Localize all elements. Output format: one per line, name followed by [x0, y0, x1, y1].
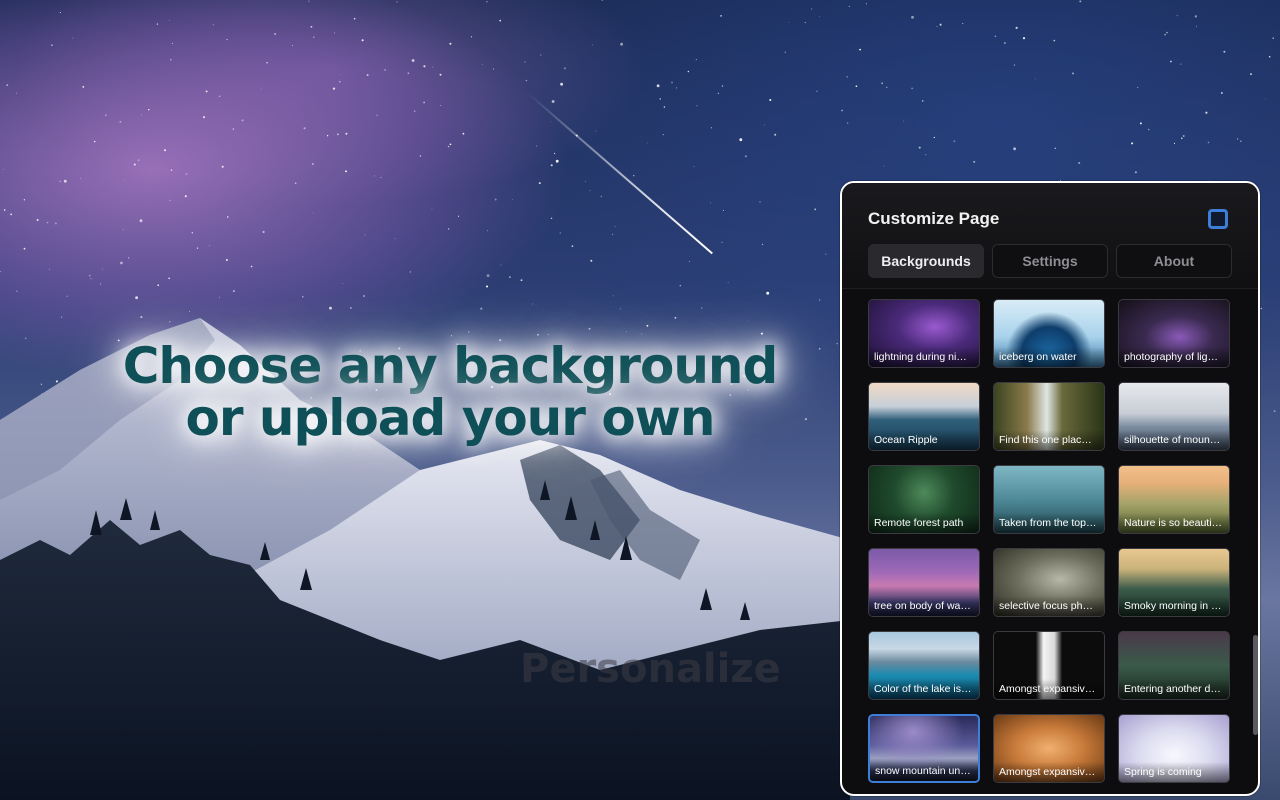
- background-thumbnail[interactable]: Amongst expansiv…: [993, 714, 1105, 783]
- thumbnail-label: snow mountain un…: [870, 761, 978, 781]
- thumbnail-label: Spring is coming: [1119, 762, 1229, 782]
- background-thumbnail[interactable]: tree on body of wa…: [868, 548, 980, 617]
- tab-settings[interactable]: Settings: [992, 244, 1108, 278]
- background-thumbnail[interactable]: Remote forest path: [868, 465, 980, 534]
- thumbnail-label: Taken from the top…: [994, 513, 1104, 533]
- background-thumbnail[interactable]: Ocean Ripple: [868, 382, 980, 451]
- customize-panel: Customize Page Backgrounds Settings Abou…: [840, 181, 1260, 796]
- panel-title: Customize Page: [868, 209, 1000, 228]
- hero-headline: Choose any background or upload your own: [110, 340, 790, 444]
- background-thumbnail[interactable]: Color of the lake is…: [868, 631, 980, 700]
- thumbnail-label: Smoky morning in …: [1119, 596, 1229, 616]
- thumbnail-label: selective focus ph…: [994, 596, 1104, 616]
- background-thumbnail[interactable]: silhouette of moun…: [1118, 382, 1230, 451]
- background-thumbnail[interactable]: Taken from the top…: [993, 465, 1105, 534]
- thumbnail-label: iceberg on water: [994, 347, 1104, 367]
- hero-line-1: Choose any background: [122, 337, 779, 395]
- background-thumbnail[interactable]: photography of lig…: [1118, 299, 1230, 368]
- thumbnail-label: Remote forest path: [869, 513, 979, 533]
- thumbnail-label: Amongst expansiv…: [994, 679, 1104, 699]
- tab-backgrounds[interactable]: Backgrounds: [868, 244, 984, 278]
- background-thumbnail[interactable]: Amongst expansiv…: [993, 631, 1105, 700]
- thumbnail-label: Ocean Ripple: [869, 430, 979, 450]
- background-thumbnail[interactable]: Nature is so beauti…: [1118, 465, 1230, 534]
- hero-line-2: or upload your own: [185, 389, 716, 447]
- panel-tabs: Backgrounds Settings About: [868, 244, 1232, 278]
- background-thumbnail[interactable]: Smoky morning in …: [1118, 548, 1230, 617]
- thumbnail-label: Find this one plac…: [994, 430, 1104, 450]
- panel-scrollbar[interactable]: [1253, 635, 1258, 735]
- background-thumbnail[interactable]: Spring is coming: [1118, 714, 1230, 783]
- background-thumbnail[interactable]: Find this one plac…: [993, 382, 1105, 451]
- thumbnail-label: lightning during ni…: [869, 347, 979, 367]
- background-thumbnail[interactable]: selective focus ph…: [993, 548, 1105, 617]
- thumbnail-label: Entering another d…: [1119, 679, 1229, 699]
- background-grid: lightning during ni… iceberg on water ph…: [868, 299, 1230, 783]
- thumbnail-label: Nature is so beauti…: [1119, 513, 1229, 533]
- personalize-watermark: Personalize: [520, 646, 781, 692]
- background-thumbnail[interactable]: lightning during ni…: [868, 299, 980, 368]
- square-outline-icon[interactable]: [1208, 209, 1228, 229]
- background-thumbnail-selected[interactable]: snow mountain un…: [868, 714, 980, 783]
- thumbnail-label: photography of lig…: [1119, 347, 1229, 367]
- thumbnail-label: silhouette of moun…: [1119, 430, 1229, 450]
- thumbnail-label: Amongst expansiv…: [994, 762, 1104, 782]
- background-thumbnail[interactable]: iceberg on water: [993, 299, 1105, 368]
- tab-about[interactable]: About: [1116, 244, 1232, 278]
- background-thumbnail[interactable]: Entering another d…: [1118, 631, 1230, 700]
- panel-header: Customize Page Backgrounds Settings Abou…: [842, 183, 1258, 289]
- thumbnail-label: Color of the lake is…: [869, 679, 979, 699]
- thumbnail-label: tree on body of wa…: [869, 596, 979, 616]
